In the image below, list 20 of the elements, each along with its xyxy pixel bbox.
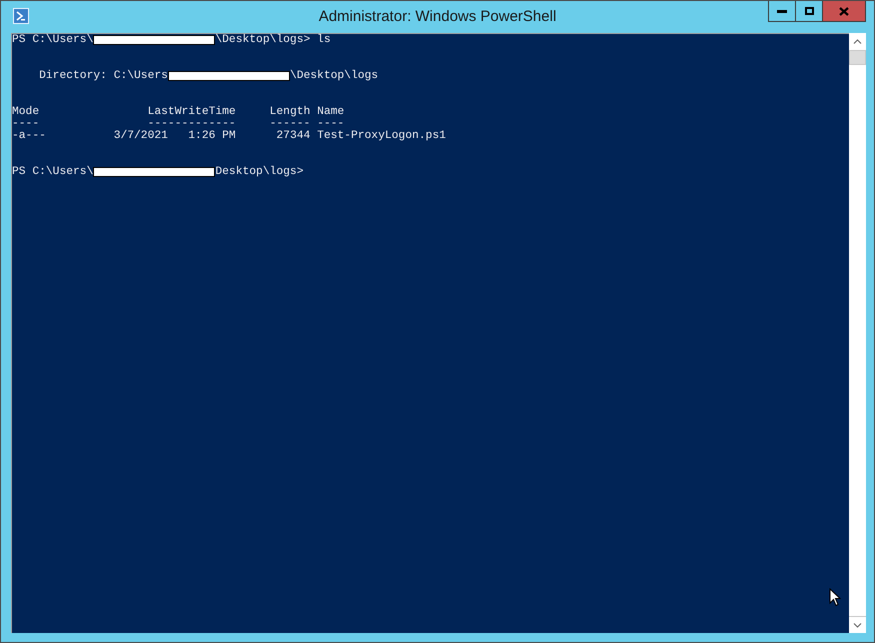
- console-text: \Desktop\logs: [290, 70, 378, 82]
- console-text: -a--- 3/7/2021 1:26 PM 27344 Test-ProxyLogon.ps1: [12, 130, 446, 142]
- console-text: Mode LastWriteTime Length Name: [12, 106, 344, 118]
- console-text: PS C:\Users\: [12, 166, 94, 178]
- scroll-down-button[interactable]: [849, 616, 866, 633]
- close-icon: [839, 6, 849, 16]
- console-text: PS C:\Users\: [12, 34, 94, 46]
- console-text: ---- ------------- ------ ----: [12, 118, 344, 130]
- minimize-button[interactable]: [768, 1, 796, 22]
- chevron-up-icon: [853, 39, 862, 44]
- console-text: Desktop\logs>: [215, 166, 304, 178]
- scroll-thumb[interactable]: [849, 50, 866, 65]
- chevron-down-icon: [853, 622, 862, 628]
- scroll-up-button[interactable]: [849, 33, 866, 50]
- console-text: \Desktop\logs> ls: [215, 34, 331, 46]
- console-text: Directory: C:\Users: [38, 70, 168, 82]
- window-title: Administrator: Windows PowerShell: [318, 8, 556, 26]
- close-button[interactable]: [822, 1, 866, 22]
- terminal-icon: [13, 8, 29, 24]
- mouse-pointer-icon: [829, 588, 841, 607]
